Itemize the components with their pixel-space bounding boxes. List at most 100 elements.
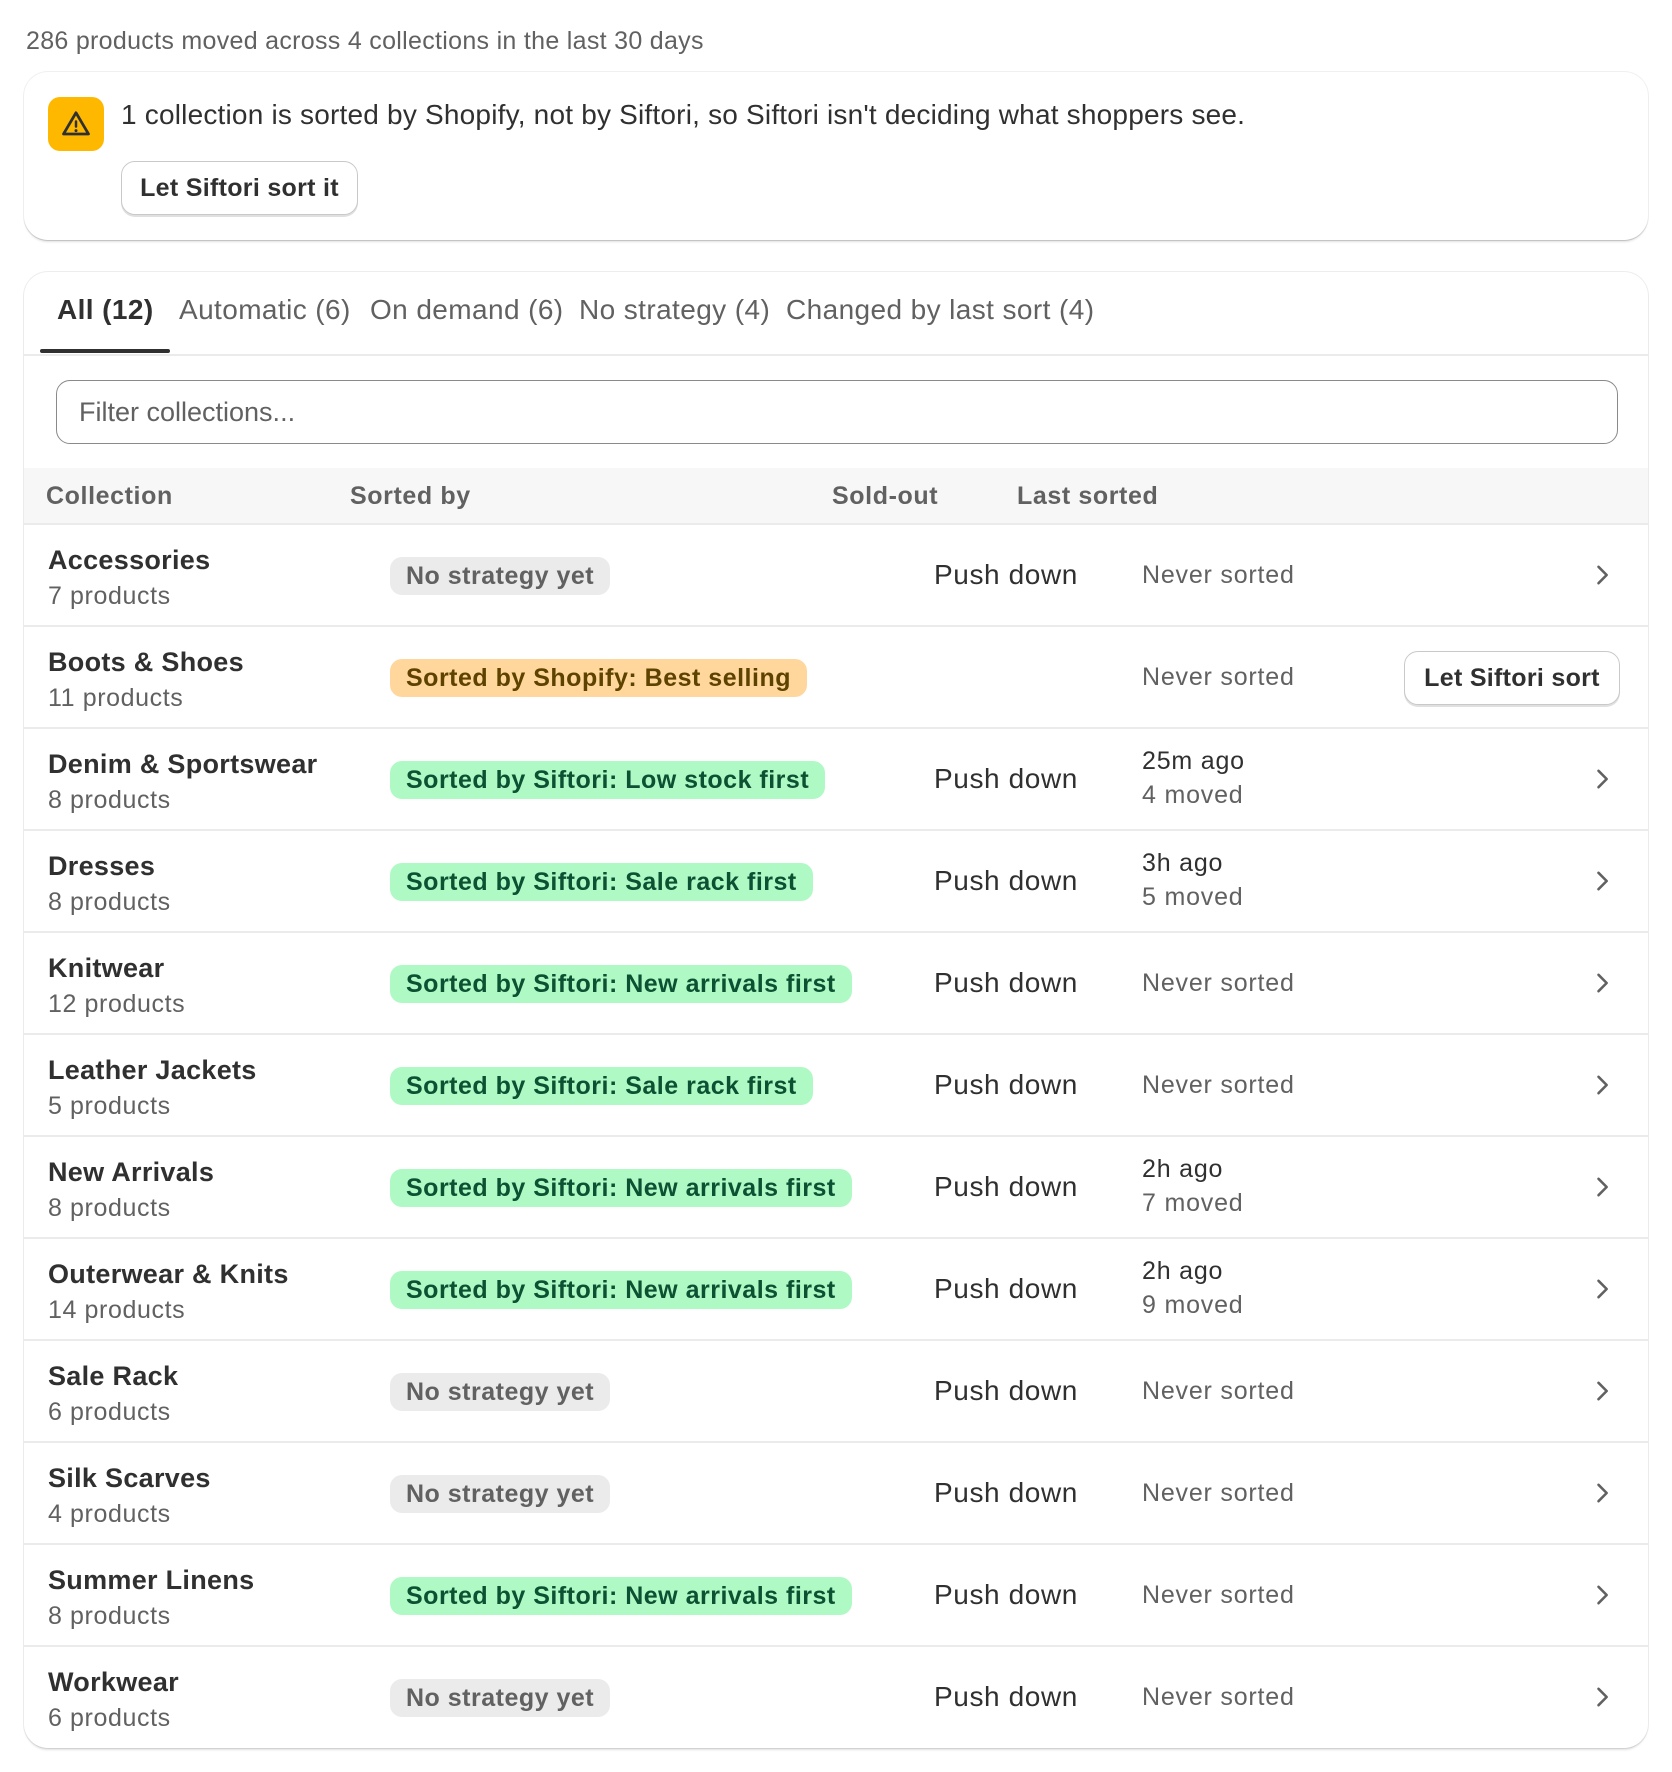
collection-cell: Dresses 8 products xyxy=(48,851,171,917)
last-sorted-time: Never sorted xyxy=(1142,1071,1295,1099)
last-sorted-time: Never sorted xyxy=(1142,561,1295,589)
collection-cell: Silk Scarves 4 products xyxy=(48,1463,211,1529)
table-row[interactable]: Dresses 8 products Sorted by Siftori: Sale… xyxy=(24,831,1648,933)
page: 286 products moved across 4 collections … xyxy=(0,0,1672,1748)
sorted-by-badge: Sorted by Shopify: Best selling xyxy=(390,659,807,697)
column-header-collection: Collection xyxy=(46,482,173,510)
last-sorted-time: Never sorted xyxy=(1142,663,1295,691)
last-sorted-time: 2h ago xyxy=(1142,1155,1224,1183)
table-row[interactable]: New Arrivals 8 products Sorted by Siftori:… xyxy=(24,1137,1648,1239)
table-row[interactable]: Workwear 6 products No strategy yet Push do… xyxy=(24,1647,1648,1748)
collection-cell: Knitwear 12 products xyxy=(48,953,185,1019)
table-header: Collection Sorted by Sold-out Last sorte… xyxy=(24,468,1648,525)
collections-table-body: Accessories 7 products No strategy yet Push… xyxy=(24,525,1648,1748)
collection-cell: Workwear 6 products xyxy=(48,1667,179,1733)
chevron-right-icon[interactable] xyxy=(1588,1173,1616,1201)
sold-out-setting: Push down xyxy=(934,559,1078,590)
last-sorted-time: Never sorted xyxy=(1142,1377,1295,1405)
moved-count: 7 moved xyxy=(1142,1189,1244,1217)
tab-automatic[interactable]: Automatic (6) xyxy=(179,294,351,326)
collection-cell: Denim & Sportswear 8 products xyxy=(48,749,317,815)
sorted-by-badge: Sorted by Siftori: New arrivals first xyxy=(390,1271,852,1309)
last-sorted-cell: 3h ago 5 moved xyxy=(1142,849,1244,912)
banner-message: 1 collection is sorted by Shopify, not b… xyxy=(121,99,1246,130)
collection-cell: Outerwear & Knits 14 products xyxy=(48,1259,289,1325)
collection-cell: Summer Linens 8 products xyxy=(48,1565,254,1631)
tab-no-strategy[interactable]: No strategy (4) xyxy=(579,294,770,326)
tab-bar: All (12) Automatic (6) On demand (6) No … xyxy=(24,272,1648,356)
collection-name: Knitwear xyxy=(48,953,165,983)
last-sorted-time: Never sorted xyxy=(1142,1479,1295,1507)
sold-out-setting: Push down xyxy=(934,1375,1078,1406)
collection-product-count: 12 products xyxy=(48,990,186,1018)
collection-name: New Arrivals xyxy=(48,1157,215,1187)
tab-on-demand[interactable]: On demand (6) xyxy=(370,294,564,326)
collection-product-count: 5 products xyxy=(48,1092,171,1120)
last-sorted-cell: 25m ago 4 moved xyxy=(1142,747,1245,810)
summary-text: 286 products moved across 4 collections … xyxy=(26,27,704,55)
chevron-right-icon[interactable] xyxy=(1588,969,1616,997)
sorted-by-badge: No strategy yet xyxy=(390,1373,611,1411)
let-siftori-sort-it-button[interactable]: Let Siftori sort it xyxy=(121,161,358,215)
chevron-right-icon[interactable] xyxy=(1588,1683,1616,1711)
collection-name: Denim & Sportswear xyxy=(48,749,318,779)
collection-product-count: 8 products xyxy=(48,1194,171,1222)
collection-product-count: 8 products xyxy=(48,888,171,916)
sorted-by-badge: No strategy yet xyxy=(390,1475,611,1513)
chevron-right-icon[interactable] xyxy=(1588,561,1616,589)
moved-count: 9 moved xyxy=(1142,1291,1244,1319)
table-row[interactable]: Accessories 7 products No strategy yet Push… xyxy=(24,525,1648,627)
sorted-by-badge: Sorted by Siftori: New arrivals first xyxy=(390,1169,852,1207)
collection-name: Summer Linens xyxy=(48,1565,255,1595)
chevron-right-icon[interactable] xyxy=(1588,1377,1616,1405)
filter-collections-input[interactable] xyxy=(56,380,1618,444)
sold-out-setting: Push down xyxy=(934,967,1078,998)
collection-product-count: 4 products xyxy=(48,1500,171,1528)
collection-name: Workwear xyxy=(48,1667,179,1697)
collection-name: Dresses xyxy=(48,851,156,881)
chevron-right-icon[interactable] xyxy=(1588,1071,1616,1099)
column-header-sorted-by: Sorted by xyxy=(350,482,471,510)
table-row[interactable]: Knitwear 12 products Sorted by Siftori: Ne… xyxy=(24,933,1648,1035)
chevron-right-icon[interactable] xyxy=(1588,765,1616,793)
collection-product-count: 7 products xyxy=(48,582,171,610)
collection-name: Accessories xyxy=(48,545,211,575)
last-sorted-time: Never sorted xyxy=(1142,1581,1295,1609)
sorted-by-badge: Sorted by Siftori: New arrivals first xyxy=(390,1577,852,1615)
collection-cell: Accessories 7 products xyxy=(48,545,210,611)
table-row[interactable]: Denim & Sportswear 8 products Sorted by Si… xyxy=(24,729,1648,831)
tab-all[interactable]: All (12) xyxy=(57,294,154,326)
table-row[interactable]: Boots & Shoes 11 products Sorted by Shopif… xyxy=(24,627,1648,729)
tab-changed-by-last-sort[interactable]: Changed by last sort (4) xyxy=(786,294,1094,326)
collection-product-count: 8 products xyxy=(48,786,171,814)
chevron-right-icon[interactable] xyxy=(1588,1275,1616,1303)
column-header-sold-out: Sold-out xyxy=(832,482,939,510)
sold-out-setting: Push down xyxy=(934,1681,1078,1712)
last-sorted-time: 3h ago xyxy=(1142,849,1224,877)
sort-warning-banner: 1 collection is sorted by Shopify, not b… xyxy=(24,72,1648,240)
last-sorted-time: Never sorted xyxy=(1142,969,1295,997)
table-row[interactable]: Sale Rack 6 products No strategy yet Push d… xyxy=(24,1341,1648,1443)
collection-cell: Boots & Shoes 11 products xyxy=(48,647,244,713)
last-sorted-cell: 2h ago 9 moved xyxy=(1142,1257,1244,1320)
table-row[interactable]: Outerwear & Knits 14 products Sorted by Si… xyxy=(24,1239,1648,1341)
last-sorted-time: 25m ago xyxy=(1142,747,1245,775)
moved-count: 4 moved xyxy=(1142,781,1244,809)
collection-product-count: 8 products xyxy=(48,1602,171,1630)
collection-name: Silk Scarves xyxy=(48,1463,211,1493)
chevron-right-icon[interactable] xyxy=(1588,1479,1616,1507)
chevron-right-icon[interactable] xyxy=(1588,1581,1616,1609)
chevron-right-icon[interactable] xyxy=(1588,867,1616,895)
collection-cell: Leather Jackets 5 products xyxy=(48,1055,257,1121)
sold-out-setting: Push down xyxy=(934,865,1078,896)
collections-card: All (12) Automatic (6) On demand (6) No … xyxy=(24,272,1648,1748)
table-row[interactable]: Silk Scarves 4 products No strategy yet Pus… xyxy=(24,1443,1648,1545)
sorted-by-badge: No strategy yet xyxy=(390,1679,611,1717)
sorted-by-badge: Sorted by Siftori: Low stock first xyxy=(390,761,826,799)
let-siftori-sort-button[interactable]: Let Siftori sort xyxy=(1404,651,1620,705)
table-row[interactable]: Leather Jackets 5 products Sorted by Sifto… xyxy=(24,1035,1648,1137)
table-row[interactable]: Summer Linens 8 products Sorted by Siftori… xyxy=(24,1545,1648,1647)
sorted-by-badge: Sorted by Siftori: Sale rack first xyxy=(390,863,813,901)
sold-out-setting: Push down xyxy=(934,1273,1078,1304)
alert-triangle-icon xyxy=(48,97,104,151)
